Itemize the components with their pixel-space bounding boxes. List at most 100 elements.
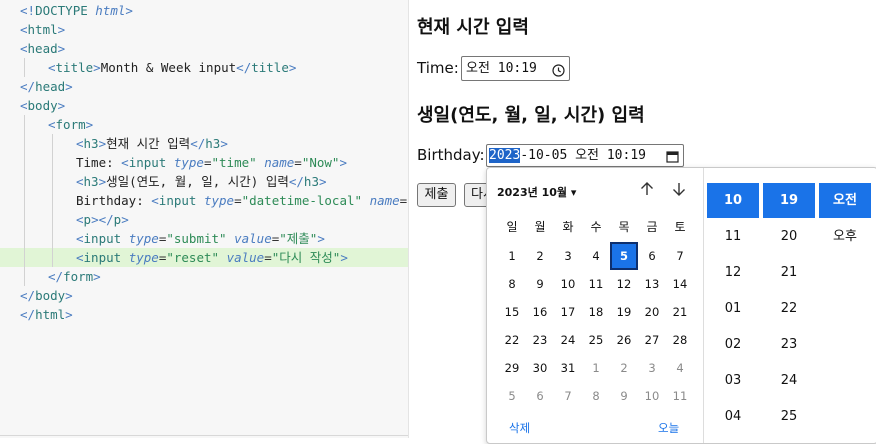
calendar-day[interactable]: 5 — [498, 382, 526, 410]
minute-option[interactable]: 22 — [763, 291, 815, 326]
calendar-day[interactable]: 17 — [554, 298, 582, 326]
code-token: title — [251, 60, 289, 75]
calendar-day[interactable]: 14 — [666, 270, 694, 298]
month-year-dropdown[interactable]: 2023년 10월 ▾ — [497, 184, 576, 200]
calendar-day[interactable]: 20 — [638, 298, 666, 326]
calendar-day[interactable]: 9 — [526, 270, 554, 298]
minute-option[interactable]: 21 — [763, 255, 815, 290]
hour-option[interactable]: 12 — [707, 255, 759, 290]
calendar-day[interactable]: 27 — [638, 326, 666, 354]
code-token: "submit" — [166, 231, 227, 246]
code-token: "reset" — [166, 250, 220, 265]
code-token: > — [98, 174, 107, 189]
arrow-up-icon[interactable] — [638, 180, 656, 198]
calendar-day[interactable]: 6 — [526, 382, 554, 410]
time-input[interactable]: 오전 10:19 — [461, 56, 570, 81]
calendar-day[interactable]: 18 — [582, 298, 610, 326]
code-line: <head> — [0, 39, 408, 58]
code-token: > — [65, 79, 73, 94]
code-editor[interactable]: <!DOCTYPE html> <html> <head> <title>Month … — [0, 0, 408, 438]
calendar-day[interactable]: 10 — [638, 382, 666, 410]
hour-option[interactable]: 04 — [707, 399, 759, 434]
calendar-day[interactable]: 28 — [666, 326, 694, 354]
indent-guide — [52, 134, 53, 267]
ampm-option[interactable]: 오전 — [819, 183, 871, 218]
code-token: type — [128, 250, 159, 265]
editor-divider — [0, 435, 408, 436]
code-token: input — [158, 193, 197, 208]
calendar-day[interactable]: 15 — [498, 298, 526, 326]
code-line: </form> — [0, 267, 408, 286]
calendar-day[interactable]: 22 — [498, 326, 526, 354]
hour-option[interactable]: 02 — [707, 327, 759, 362]
calendar-day[interactable]: 16 — [526, 298, 554, 326]
code-token: </ — [20, 307, 36, 322]
year-segment[interactable]: 2023 — [489, 148, 521, 163]
arrow-down-icon[interactable] — [670, 180, 688, 198]
code-token: > — [317, 231, 325, 246]
calendar-day[interactable]: 10 — [554, 270, 582, 298]
calendar-day[interactable]: 11 — [666, 382, 694, 410]
calendar-day[interactable]: 2 — [610, 354, 638, 382]
calendar-day[interactable]: 13 — [638, 270, 666, 298]
calendar-day[interactable]: 26 — [610, 326, 638, 354]
hour-option[interactable]: 10 — [707, 183, 759, 218]
calendar-day[interactable]: 25 — [582, 326, 610, 354]
hour-option[interactable]: 01 — [707, 291, 759, 326]
calendar-day[interactable]: 3 — [638, 354, 666, 382]
calendar-day[interactable]: 29 — [498, 354, 526, 382]
calendar-day[interactable]: 7 — [666, 242, 694, 270]
calendar-day[interactable]: 4 — [582, 242, 610, 270]
calendar-day[interactable]: 4 — [666, 354, 694, 382]
calendar-day[interactable]: 24 — [554, 326, 582, 354]
minute-option[interactable]: 19 — [763, 183, 815, 218]
calendar-day[interactable]: 1 — [498, 242, 526, 270]
calendar-day[interactable]: 12 — [610, 270, 638, 298]
calendar-day[interactable]: 23 — [526, 326, 554, 354]
birthday-input[interactable]: 2023-10-05 오전 10:19 — [486, 144, 684, 167]
calendar-day[interactable]: 19 — [610, 298, 638, 326]
minute-option[interactable]: 20 — [763, 219, 815, 254]
calendar-day[interactable]: 2 — [526, 242, 554, 270]
datetime-picker-popup[interactable]: 2023년 10월 ▾ 일월화수목금토 1 2 3 4 5 6 7 8 9 10 11 12 13 14 1… — [486, 167, 876, 444]
code-token: form — [63, 269, 94, 284]
calendar-day[interactable]: 30 — [526, 354, 554, 382]
calendar-day[interactable]: 31 — [554, 354, 582, 382]
calendar-day[interactable]: 7 — [554, 382, 582, 410]
calendar-day[interactable]: 3 — [554, 242, 582, 270]
clock-icon[interactable] — [552, 62, 565, 77]
calendar-day[interactable]: 1 — [582, 354, 610, 382]
minute-option[interactable]: 23 — [763, 327, 815, 362]
hour-option[interactable]: 11 — [707, 219, 759, 254]
calendar-icon[interactable] — [666, 149, 679, 163]
clear-button[interactable]: 삭제 — [509, 420, 530, 436]
calendar-day[interactable]: 6 — [638, 242, 666, 270]
submit-button[interactable]: 제출 — [417, 183, 456, 207]
indent-guide — [24, 115, 25, 286]
code-token: < — [20, 98, 28, 113]
code-token: type — [173, 155, 204, 170]
code-token: > — [339, 155, 347, 170]
code-token: > — [318, 174, 327, 189]
minute-option[interactable]: 24 — [763, 363, 815, 398]
calendar-day[interactable]: 8 — [498, 270, 526, 298]
ampm-option[interactable]: 오후 — [819, 219, 871, 254]
code-token: 생일(연도, 월, 일, 시간) 입력 — [106, 174, 289, 189]
calendar-day[interactable]: 11 — [582, 270, 610, 298]
today-button[interactable]: 오늘 — [658, 420, 679, 436]
code-token: < — [76, 250, 84, 265]
calendar-day[interactable]: 9 — [610, 382, 638, 410]
code-line: <h3>생일(연도, 월, 일, 시간) 입력</h3> — [0, 172, 408, 191]
calendar-day[interactable]: 8 — [582, 382, 610, 410]
calendar-day-selected[interactable]: 5 — [610, 242, 638, 270]
hour-option[interactable]: 03 — [707, 363, 759, 398]
code-token: "Now" — [301, 155, 340, 170]
code-token: < — [48, 60, 56, 75]
code-token: type — [128, 231, 159, 246]
minute-option[interactable]: 25 — [763, 399, 815, 434]
code-token: "제출" — [279, 231, 318, 246]
code-token: < — [76, 136, 84, 151]
calendar-day[interactable]: 21 — [666, 298, 694, 326]
